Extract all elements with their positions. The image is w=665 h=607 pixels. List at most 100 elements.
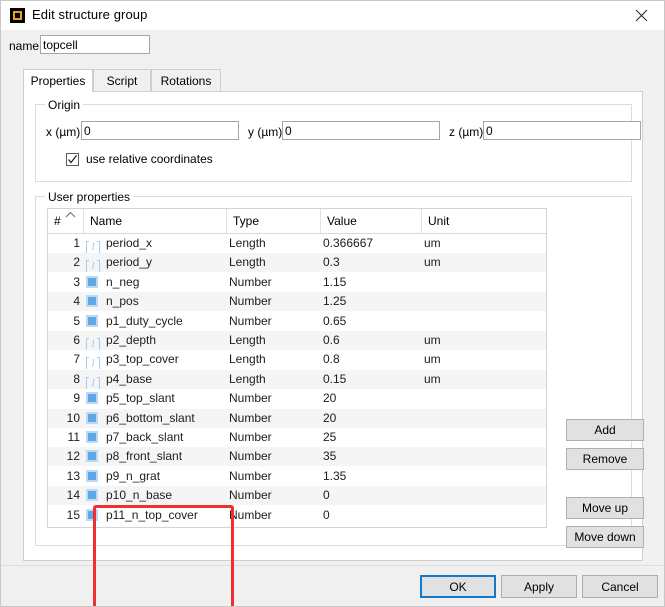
origin-x-input[interactable] <box>81 121 239 140</box>
row-property-name: p8_front_slant <box>106 447 228 466</box>
user-properties-table[interactable]: # Name Type Value Unit 1lperiod_xLength0… <box>47 208 547 528</box>
row-index: 10 <box>48 409 80 428</box>
row-index: 9 <box>48 389 80 408</box>
user-properties-group-title: User properties <box>45 190 133 204</box>
table-row[interactable]: 4n_posNumber1.25 <box>48 292 546 311</box>
row-property-name: n_neg <box>106 273 228 292</box>
row-property-value: 0.366667 <box>323 234 422 253</box>
row-property-unit: um <box>424 234 544 253</box>
row-property-unit: um <box>424 370 544 389</box>
column-header-value[interactable]: Value <box>321 209 422 233</box>
table-row[interactable]: 2lperiod_yLength0.3um <box>48 253 546 272</box>
column-header-index[interactable]: # <box>48 209 84 233</box>
table-row[interactable]: 6lp2_depthLength0.6um <box>48 331 546 350</box>
length-icon: l <box>86 331 102 350</box>
number-icon <box>86 467 102 486</box>
row-property-unit <box>424 428 544 447</box>
move-down-button[interactable]: Move down <box>566 526 644 548</box>
table-row[interactable]: 11p7_back_slantNumber25 <box>48 428 546 447</box>
number-icon <box>86 315 98 327</box>
row-property-name: n_pos <box>106 292 228 311</box>
edit-structure-group-dialog: Edit structure group name Properties Scr… <box>0 0 665 607</box>
row-property-value: 35 <box>323 447 422 466</box>
column-header-type[interactable]: Type <box>227 209 321 233</box>
row-property-value: 0.15 <box>323 370 422 389</box>
row-property-type: Length <box>229 331 321 350</box>
app-square-icon <box>10 8 25 23</box>
use-relative-coordinates-checkbox[interactable] <box>66 153 79 166</box>
row-property-type: Number <box>229 389 321 408</box>
row-property-unit <box>424 409 544 428</box>
origin-z-input[interactable] <box>483 121 641 140</box>
move-up-button[interactable]: Move up <box>566 497 644 519</box>
table-row[interactable]: 13p9_n_gratNumber1.35 <box>48 467 546 486</box>
ok-button[interactable]: OK <box>420 575 496 598</box>
checkmark-icon <box>67 154 78 165</box>
row-property-type: Number <box>229 428 321 447</box>
number-icon <box>86 489 98 501</box>
apply-button[interactable]: Apply <box>501 575 577 598</box>
row-property-type: Number <box>229 312 321 331</box>
row-index: 6 <box>48 331 80 350</box>
table-row[interactable]: 7lp3_top_coverLength0.8um <box>48 350 546 369</box>
number-icon <box>86 470 98 482</box>
tab-strip: Properties Script Rotations <box>23 69 643 92</box>
row-property-value: 0 <box>323 486 422 505</box>
column-header-name[interactable]: Name <box>84 209 227 233</box>
tab-script[interactable]: Script <box>93 69 151 91</box>
row-index: 11 <box>48 428 80 447</box>
number-icon <box>86 486 102 505</box>
name-input[interactable] <box>40 35 150 54</box>
row-property-name: p4_base <box>106 370 228 389</box>
row-property-type: Length <box>229 370 321 389</box>
tab-properties[interactable]: Properties <box>23 69 93 92</box>
use-relative-coordinates-row[interactable]: use relative coordinates <box>66 152 213 166</box>
table-row[interactable]: 8lp4_baseLength0.15um <box>48 370 546 389</box>
row-index: 1 <box>48 234 80 253</box>
table-row[interactable]: 1lperiod_xLength0.366667um <box>48 234 546 253</box>
table-row[interactable]: 5p1_duty_cycleNumber0.65 <box>48 312 546 331</box>
row-index: 5 <box>48 312 80 331</box>
number-icon <box>86 509 98 521</box>
table-row[interactable]: 10p6_bottom_slantNumber20 <box>48 409 546 428</box>
column-header-unit[interactable]: Unit <box>422 209 546 233</box>
origin-y-input[interactable] <box>282 121 440 140</box>
row-index: 15 <box>48 506 80 525</box>
table-row[interactable]: 12p8_front_slantNumber35 <box>48 447 546 466</box>
table-row[interactable]: 3n_negNumber1.15 <box>48 273 546 292</box>
table-row[interactable]: 15p11_n_top_coverNumber0 <box>48 506 546 525</box>
tab-rotations[interactable]: Rotations <box>151 69 221 91</box>
row-property-unit: um <box>424 350 544 369</box>
row-index: 3 <box>48 273 80 292</box>
row-property-name: p10_n_base <box>106 486 228 505</box>
number-icon <box>86 292 102 311</box>
table-body: 1lperiod_xLength0.366667um2lperiod_yLeng… <box>48 234 546 528</box>
length-icon: l <box>86 338 100 350</box>
number-icon <box>86 273 102 292</box>
length-icon: l <box>86 241 100 253</box>
row-property-name: p2_depth <box>106 331 228 350</box>
length-icon: l <box>86 350 102 369</box>
row-index: 7 <box>48 350 80 369</box>
row-index: 13 <box>48 467 80 486</box>
cancel-button[interactable]: Cancel <box>582 575 658 598</box>
row-property-type: Number <box>229 409 321 428</box>
window-title: Edit structure group <box>32 7 147 22</box>
row-property-unit: um <box>424 253 544 272</box>
origin-group: Origin x (µm) y (µm) z (µm) use relative… <box>35 104 632 182</box>
table-row[interactable]: 9p5_top_slantNumber20 <box>48 389 546 408</box>
number-icon <box>86 392 98 404</box>
length-icon: l <box>86 357 100 369</box>
number-icon <box>86 450 98 462</box>
row-property-type: Number <box>229 506 321 525</box>
table-row[interactable]: 14p10_n_baseNumber0 <box>48 486 546 505</box>
number-icon <box>86 312 102 331</box>
add-button[interactable]: Add <box>566 419 644 441</box>
remove-button[interactable]: Remove <box>566 448 644 470</box>
close-icon[interactable] <box>619 1 664 29</box>
origin-y-label: y (µm) <box>248 125 282 139</box>
row-index: 14 <box>48 486 80 505</box>
dialog-footer: OK Apply Cancel <box>1 565 664 606</box>
row-index: 4 <box>48 292 80 311</box>
number-icon <box>86 506 102 525</box>
